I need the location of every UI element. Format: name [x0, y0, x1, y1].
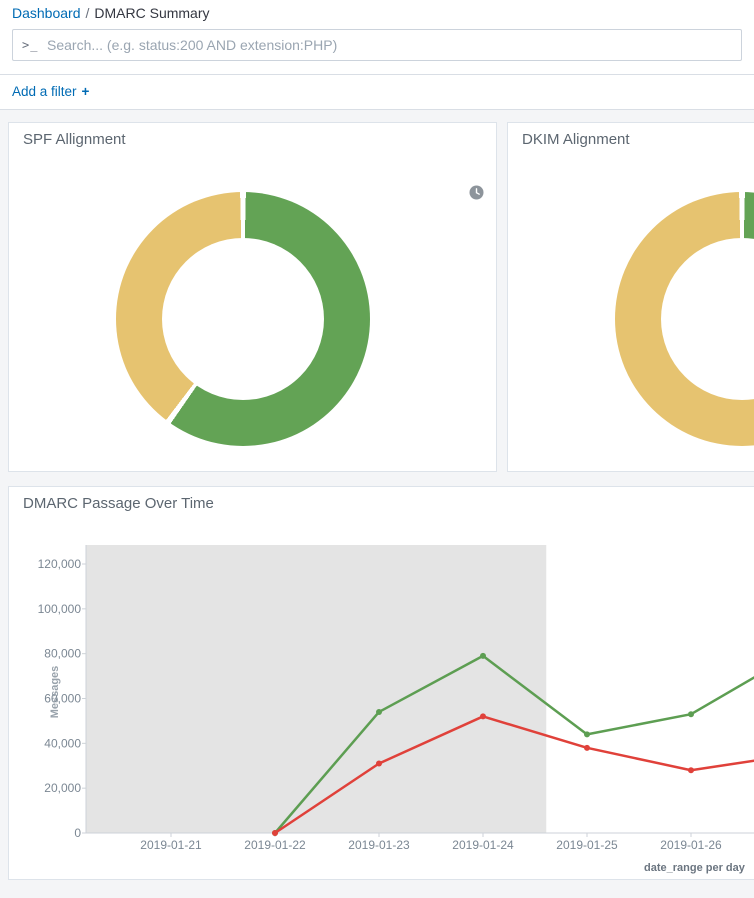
- svg-text:0: 0: [74, 826, 81, 840]
- svg-text:20,000: 20,000: [44, 781, 81, 795]
- dmarc-time-line-chart[interactable]: 020,00040,00060,00080,000100,000120,0002…: [9, 487, 754, 880]
- panel-title-dkim: DKIM Alignment: [508, 123, 754, 148]
- plus-icon[interactable]: +: [82, 84, 90, 99]
- svg-text:40,000: 40,000: [44, 736, 81, 750]
- svg-text:2019-01-25: 2019-01-25: [556, 838, 618, 852]
- page-title: DMARC Summary: [94, 5, 209, 21]
- donut-hole: [162, 238, 324, 400]
- dkim-donut-chart[interactable]: [615, 192, 754, 446]
- panel-dkim-alignment: DKIM Alignment: [507, 122, 754, 472]
- search-bar-row: >_: [0, 27, 754, 75]
- panel-title-spf: SPF Allignment: [9, 123, 496, 148]
- svg-text:120,000: 120,000: [38, 557, 82, 571]
- clock-icon[interactable]: [469, 185, 484, 200]
- breadcrumb-dashboard-link[interactable]: Dashboard: [12, 5, 81, 21]
- svg-text:2019-01-26: 2019-01-26: [660, 838, 722, 852]
- svg-text:2019-01-21: 2019-01-21: [140, 838, 202, 852]
- dashboard-grid: SPF Allignment DKIM Alignment DMARC Pass…: [0, 114, 754, 898]
- svg-text:80,000: 80,000: [44, 647, 81, 661]
- svg-text:2019-01-23: 2019-01-23: [348, 838, 410, 852]
- breadcrumb: Dashboard /DMARC Summary: [0, 0, 754, 27]
- filter-bar: Add a filter +: [0, 75, 754, 110]
- panel-dmarc-passage-over-time: DMARC Passage Over Time 020,00040,00060,…: [8, 486, 754, 880]
- add-filter-link[interactable]: Add a filter: [12, 84, 77, 99]
- search-input[interactable]: [12, 29, 742, 61]
- svg-text:2019-01-24: 2019-01-24: [452, 838, 514, 852]
- spf-donut-chart[interactable]: [116, 192, 370, 446]
- donut-hole: [661, 238, 754, 400]
- svg-text:date_range per day: date_range per day: [644, 862, 746, 874]
- panel-spf-alignment: SPF Allignment: [8, 122, 497, 472]
- svg-text:100,000: 100,000: [38, 602, 82, 616]
- svg-text:Messages: Messages: [49, 666, 61, 719]
- breadcrumb-separator: /: [86, 5, 90, 21]
- svg-text:2019-01-22: 2019-01-22: [244, 838, 306, 852]
- header: Dashboard /DMARC Summary >_ Add a filter +: [0, 0, 754, 110]
